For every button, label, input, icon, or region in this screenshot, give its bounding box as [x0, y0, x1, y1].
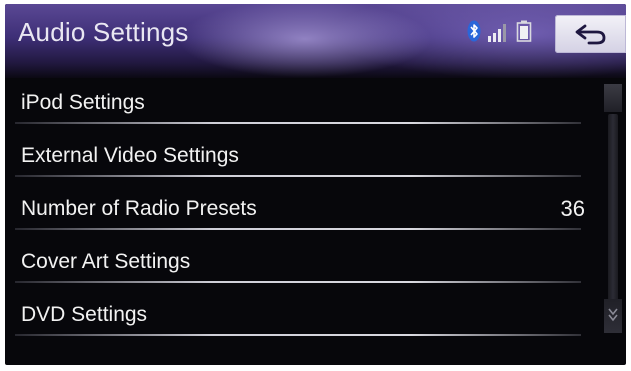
audio-settings-screen: Audio Settings iPod Settings External Vi…	[5, 4, 626, 365]
page-title: Audio Settings	[18, 17, 189, 47]
scrollbar[interactable]	[604, 84, 622, 344]
settings-list: iPod Settings External Video Settings Nu…	[5, 78, 605, 343]
menu-item-label: Cover Art Settings	[21, 250, 191, 273]
menu-item-cover-art-settings[interactable]: Cover Art Settings	[5, 237, 595, 290]
signal-strength-icon	[488, 24, 506, 42]
battery-icon	[516, 20, 532, 42]
menu-item-label: External Video Settings	[21, 144, 239, 167]
divider	[15, 334, 581, 336]
back-arrow-icon	[575, 24, 606, 45]
scroll-down-button[interactable]	[604, 299, 622, 333]
menu-item-label: iPod Settings	[21, 91, 145, 114]
scroll-thumb[interactable]	[608, 114, 618, 304]
back-button[interactable]	[555, 15, 626, 53]
header-bar: Audio Settings	[5, 4, 626, 78]
menu-item-ipod-settings[interactable]: iPod Settings	[5, 78, 595, 131]
menu-item-label: DVD Settings	[21, 303, 148, 326]
bluetooth-icon	[467, 20, 481, 42]
menu-item-label: Number of Radio Presets	[21, 197, 257, 220]
menu-item-dvd-settings[interactable]: DVD Settings	[5, 290, 595, 343]
divider	[15, 175, 581, 177]
menu-item-external-video-settings[interactable]: External Video Settings	[5, 131, 595, 184]
scroll-up-button[interactable]	[604, 84, 622, 112]
radio-presets-value: 36	[560, 196, 585, 221]
chevron-down-icon	[608, 308, 618, 322]
menu-item-number-of-radio-presets[interactable]: Number of Radio Presets 36	[5, 184, 595, 237]
divider	[15, 122, 581, 124]
divider	[15, 228, 581, 230]
divider	[15, 281, 581, 283]
